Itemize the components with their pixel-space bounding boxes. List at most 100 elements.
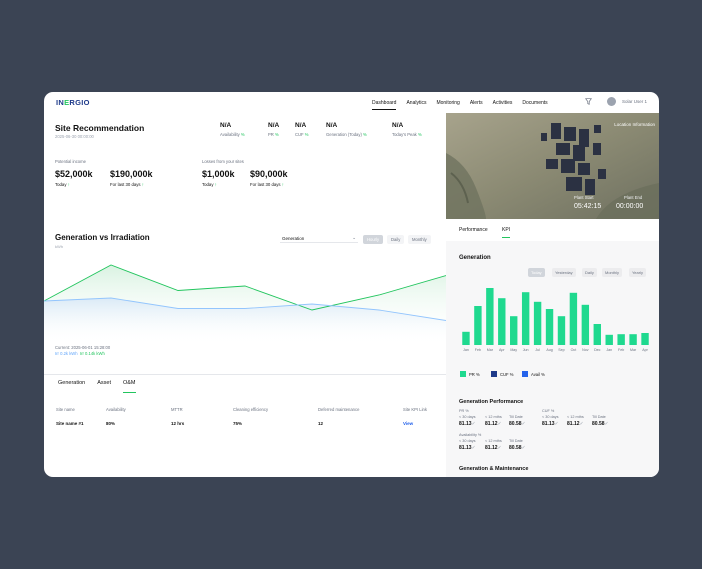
- table-header: Availability: [106, 407, 126, 412]
- bar: [510, 316, 518, 345]
- maintenance-title: Generation & Maintenance: [459, 466, 529, 472]
- table-cell: 75%: [233, 421, 243, 426]
- pr-col-label: Till Date: [509, 415, 523, 419]
- kpi-generation-today: N/A Generation (Today) %: [326, 122, 367, 137]
- avail-value: 81.13✓: [459, 445, 476, 451]
- losses-month: $90,000k For last 30 days ↑: [250, 169, 288, 187]
- month-label: Jan: [606, 348, 612, 352]
- tab-om[interactable]: O&M: [122, 380, 136, 393]
- main-nav: Dashboard Analytics Monitoring Alerts Ac…: [372, 100, 548, 110]
- logo[interactable]: INERGIO: [56, 98, 90, 107]
- avail-col-label: Till Date: [509, 439, 523, 443]
- table-header: Deferred maintenance: [318, 407, 360, 412]
- pr-label: PR %: [459, 409, 469, 413]
- chart-unit: kWh: [55, 244, 63, 249]
- month-label: Nov: [582, 348, 589, 352]
- tab-asset[interactable]: Asset: [97, 380, 111, 390]
- plant-end-time: 00:00:00: [616, 203, 644, 210]
- pr-col-label: < 12 mths: [485, 415, 502, 419]
- top-bar: INERGIO Dashboard Analytics Monitoring A…: [44, 92, 659, 113]
- bar: [498, 298, 506, 345]
- site-map[interactable]: Location Information Plant Start 05:42:1…: [446, 113, 659, 219]
- bar: [521, 292, 530, 345]
- nav-monitoring[interactable]: Monitoring: [436, 100, 459, 106]
- losses-label: Losses from your sites: [202, 159, 244, 164]
- table-cell: 12 hrs: [171, 421, 185, 426]
- range-today[interactable]: Today: [528, 268, 545, 277]
- nav-dashboard[interactable]: Dashboard: [372, 100, 397, 110]
- month-label: Mar: [630, 348, 637, 352]
- chart-current-info: Current: 2025-06-01 15:28:00 Irr 0.2k kW…: [55, 345, 111, 356]
- nav-analytics[interactable]: Analytics: [406, 100, 426, 106]
- table-header: Site KPI Link: [403, 407, 427, 412]
- cuf-value: 81.12✓: [567, 421, 584, 427]
- period-hourly[interactable]: Hourly: [363, 235, 384, 244]
- kpi-availability: N/A Availability %: [220, 122, 245, 137]
- tab-divider: [44, 374, 446, 375]
- month-label: Jan: [463, 348, 469, 352]
- income-label: Potential income: [55, 159, 86, 164]
- cuf-label: CUF %: [542, 409, 555, 413]
- generation-select[interactable]: Generation ⌄: [280, 234, 358, 243]
- pr-value: 80.58✓: [509, 421, 526, 427]
- range-yesterday[interactable]: Yesterday: [552, 268, 576, 277]
- pr-value: 81.12✓: [485, 421, 502, 427]
- user-name[interactable]: Solar User 1: [622, 99, 647, 104]
- month-label: Mar: [487, 348, 494, 352]
- nav-documents[interactable]: Documents: [522, 100, 547, 106]
- month-label: Feb: [618, 348, 624, 352]
- bar: [617, 334, 625, 345]
- avail-value: 80.58✓: [509, 445, 526, 451]
- tab-generation[interactable]: Generation: [58, 380, 85, 390]
- legend-avail: Avail %: [522, 371, 545, 377]
- month-label: Apr: [499, 348, 505, 352]
- avail-col-label: < 30 days: [459, 439, 476, 443]
- pr-value: 81.13✓: [459, 421, 476, 427]
- generation-bar-chart: Jan Feb Mar Apr May Jun Jul Aug Sep Oct Nov Dec Jan F…: [462, 288, 649, 352]
- period-daily[interactable]: Daily: [387, 235, 405, 244]
- cuf-col-label: Till Date: [592, 415, 606, 419]
- pr-col-label: < 30 days: [459, 415, 476, 419]
- cuf-value: 80.58✓: [592, 421, 609, 427]
- dashboard-window: INERGIO Dashboard Analytics Monitoring A…: [44, 92, 659, 477]
- tab-kpi[interactable]: KPI: [502, 227, 511, 238]
- period-monthly[interactable]: Monthly: [408, 235, 431, 244]
- bar: [545, 309, 554, 345]
- bar: [641, 333, 649, 345]
- month-label: May: [510, 348, 517, 352]
- generation-chart: [44, 264, 446, 343]
- bar: [557, 316, 566, 345]
- month-label: Jun: [523, 348, 529, 352]
- table-cell: 80%: [106, 421, 116, 426]
- filter-icon[interactable]: [585, 98, 592, 105]
- tab-performance[interactable]: Performance: [459, 227, 488, 233]
- site-kpi-link[interactable]: View: [403, 421, 413, 426]
- income-month: $190,000k For last 30 days ↑: [110, 169, 153, 187]
- avatar[interactable]: [607, 97, 616, 106]
- nav-activities[interactable]: Activities: [493, 100, 513, 106]
- range-daily[interactable]: Daily: [582, 268, 597, 277]
- chart-title: Generation vs Irradiation: [55, 233, 150, 242]
- table-header: MTTR: [171, 407, 183, 412]
- table-cell: Site name #1: [56, 421, 84, 426]
- site-date: 2025-06-30 00:00:00: [55, 134, 94, 139]
- kpi-cuf: N/A CUF %: [295, 122, 309, 137]
- bar: [581, 304, 590, 345]
- kpi-todays-peak: N/A Today's Peak %: [392, 122, 422, 137]
- bottom-tabs: Generation Asset O&M: [58, 380, 136, 393]
- range-yearly[interactable]: Yearly: [629, 268, 646, 277]
- month-label: Jul: [535, 348, 540, 352]
- location-info: Location Information: [614, 122, 655, 127]
- performance-title: Generation Performance: [459, 399, 524, 405]
- cuf-col-label: < 30 days: [542, 415, 559, 419]
- range-monthly[interactable]: Monthly: [602, 268, 623, 277]
- kpi-pr: N/A PR %: [268, 122, 280, 137]
- income-today: $52,000k Today ↑: [55, 169, 93, 187]
- bar: [486, 288, 494, 345]
- page-title: Site Recommendation: [55, 123, 145, 133]
- cuf-col-label: < 12 mths: [567, 415, 584, 419]
- nav-alerts[interactable]: Alerts: [470, 100, 483, 106]
- side-panel: Location Information Plant Start 05:42:1…: [446, 113, 659, 477]
- plant-start-time: 05:42:15: [574, 203, 602, 210]
- plant-start-label: Plant Start: [574, 195, 594, 200]
